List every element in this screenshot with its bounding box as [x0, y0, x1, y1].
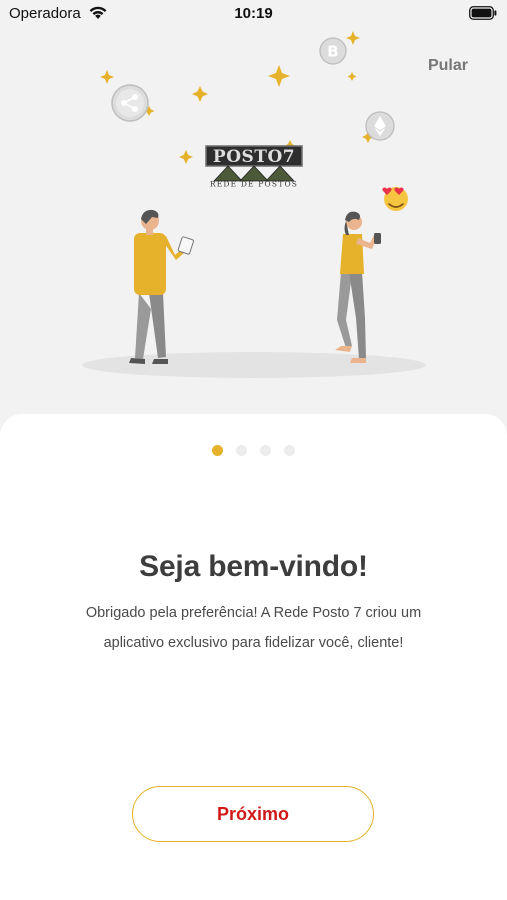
description-line-2: aplicativo exclusivo para fidelizar você…	[103, 635, 404, 651]
welcome-description: Obrigado pela preferência! A Rede Posto …	[70, 598, 437, 658]
heart-eyes-emoji-icon	[382, 187, 408, 211]
svg-text:B: B	[327, 43, 338, 61]
battery-icon	[469, 6, 497, 20]
ripple-coin-icon	[111, 84, 149, 122]
description-line-1: Obrigado pela preferência! A Rede Posto …	[85, 605, 422, 621]
status-bar: Operadora 10:19	[0, 0, 507, 28]
logo-tagline: REDE DE POSTOS	[210, 180, 298, 189]
clock: 10:19	[234, 5, 273, 22]
page-dot-4[interactable]	[284, 445, 295, 456]
onboarding-sheet: Seja bem-vindo! Obrigado pela preferênci…	[0, 414, 507, 900]
page-indicator	[0, 445, 507, 456]
woman-figure	[335, 211, 381, 363]
man-figure	[129, 209, 194, 364]
ground-shadow	[82, 352, 426, 378]
page-dot-3[interactable]	[260, 445, 271, 456]
ethereum-coin-icon	[365, 111, 395, 141]
page-dot-2[interactable]	[236, 445, 247, 456]
posto7-logo: POSTO7 REDE DE POSTOS	[205, 145, 303, 189]
welcome-title: Seja bem-vindo!	[139, 550, 368, 583]
page-dot-1[interactable]	[212, 445, 223, 456]
bitcoin-coin-icon: B	[319, 37, 347, 65]
next-button[interactable]: Próximo	[132, 786, 374, 842]
logo-wordmark: POSTO7	[213, 147, 295, 167]
welcome-illustration: B POSTO7 REDE DE POSTOS	[82, 31, 426, 378]
